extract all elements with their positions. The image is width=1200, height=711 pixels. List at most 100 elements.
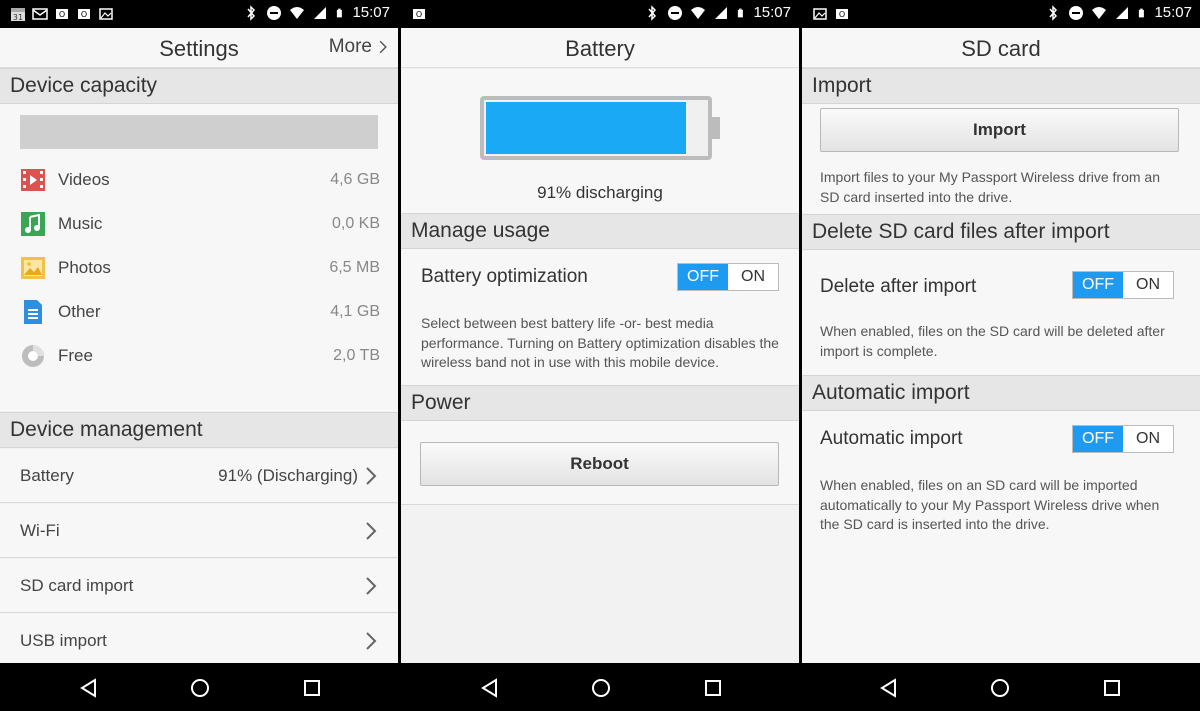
- status-bar: O 15:07: [802, 0, 1200, 28]
- outlook-icon: O: [413, 9, 425, 19]
- sidebar-item-sd-card-import[interactable]: SD card import: [0, 559, 398, 613]
- signal-icon: [314, 6, 327, 19]
- page-title: Battery: [565, 36, 635, 61]
- power-header: Power: [401, 385, 799, 421]
- nav-bar: [401, 663, 799, 711]
- capacity-bar: [20, 115, 378, 149]
- app-bar: Settings More: [0, 28, 398, 68]
- bluetooth-icon: [648, 4, 657, 21]
- photos-icon: [21, 257, 45, 279]
- recents-icon[interactable]: [1101, 677, 1123, 699]
- more-button[interactable]: More: [329, 36, 388, 58]
- automatic-import-toggle[interactable]: OFF ON: [1072, 425, 1174, 453]
- battery-panel: 91% discharging: [401, 69, 799, 213]
- battery-status-icon: [1139, 8, 1145, 17]
- management-label: Battery: [20, 465, 74, 485]
- sidebar-item-wifi[interactable]: Wi-Fi: [0, 504, 398, 558]
- chevron-right-icon: [366, 632, 377, 650]
- home-icon[interactable]: [989, 677, 1011, 699]
- wifi-icon: [691, 6, 706, 19]
- toggle-on[interactable]: ON: [1123, 426, 1173, 452]
- mail-icon: [32, 8, 48, 20]
- capacity-label: Photos: [58, 258, 111, 277]
- battery-status-text: 91% discharging: [537, 183, 663, 202]
- sidebar-item-battery[interactable]: Battery 91% (Discharging): [0, 449, 398, 503]
- outlook-icon: O: [56, 9, 68, 19]
- capacity-value: 2,0 TB: [333, 347, 380, 364]
- do-not-disturb-icon: [267, 5, 282, 20]
- app-bar: Battery: [401, 28, 799, 68]
- manage-usage-panel: Battery optimization OFF ON Select betwe…: [401, 249, 799, 385]
- back-icon[interactable]: [78, 677, 100, 699]
- battery-status-icon: [738, 8, 744, 17]
- battery-terminal: [712, 117, 720, 139]
- phone-settings: 31 O O 15:07 Settings More Device capaci…: [0, 0, 398, 711]
- delete-panel: Delete after import OFF ON When enabled,…: [802, 250, 1200, 375]
- app-bar: SD card: [802, 28, 1200, 68]
- music-icon: [21, 212, 45, 236]
- recents-icon[interactable]: [702, 677, 724, 699]
- capacity-value: 6,5 MB: [329, 259, 380, 276]
- toggle-off[interactable]: OFF: [1073, 272, 1123, 298]
- chevron-right-icon: [366, 521, 377, 540]
- automatic-import-label: Automatic import: [820, 428, 963, 449]
- screens: 31 O O 15:07 Settings More Device capaci…: [0, 0, 1200, 711]
- device-capacity-header: Device capacity: [0, 68, 398, 104]
- capacity-value: 4,1 GB: [330, 303, 380, 320]
- capacity-label: Other: [58, 302, 101, 321]
- outlook-icon: O: [78, 9, 90, 19]
- manage-usage-header: Manage usage: [401, 213, 799, 249]
- management-label: USB import: [20, 631, 107, 650]
- phone-battery: O 15:07 Battery 91% discharging Manage u…: [401, 0, 799, 711]
- home-icon[interactable]: [590, 677, 612, 699]
- nav-bar: [0, 663, 398, 711]
- more-label: More: [328, 36, 372, 57]
- toggle-on[interactable]: ON: [1123, 272, 1173, 298]
- toggle-off[interactable]: OFF: [1073, 426, 1123, 452]
- free-pie-icon: [22, 345, 44, 367]
- management-label: SD card import: [20, 575, 134, 595]
- settings-screen: Settings More Device capacity Videos 4,6…: [0, 28, 398, 663]
- capacity-value: 4,6 GB: [330, 171, 380, 188]
- back-icon[interactable]: [878, 677, 900, 699]
- import-header: Import: [802, 68, 1200, 104]
- toggle-on[interactable]: ON: [728, 264, 778, 290]
- battery-screen: Battery 91% discharging Manage usage Bat…: [401, 28, 799, 663]
- reboot-button[interactable]: Reboot: [420, 442, 779, 486]
- status-bar: 31 O O 15:07: [0, 0, 398, 28]
- page-title: SD card: [961, 36, 1041, 61]
- delete-description: When enabled, files on the SD card will …: [820, 323, 1165, 359]
- capacity-row-other: Other 4,1 GB: [20, 294, 380, 330]
- chevron-right-icon: [366, 466, 377, 485]
- toggle-off[interactable]: OFF: [678, 264, 728, 290]
- status-time: 15:07: [753, 4, 791, 21]
- image-icon: [99, 8, 113, 20]
- import-panel: Import Import files to your My Passport …: [802, 104, 1200, 214]
- nav-bar: [802, 663, 1200, 711]
- calendar-icon: 31: [11, 8, 25, 22]
- signal-icon: [715, 6, 728, 19]
- chevron-right-icon: [379, 40, 387, 54]
- battery-status-icon: [337, 8, 343, 17]
- battery-level-fill: [486, 102, 686, 154]
- sd-card-screen: SD card Import Import Import files to yo…: [802, 28, 1200, 663]
- chevron-right-icon: [366, 576, 377, 595]
- management-value: 91% (Discharging): [218, 465, 358, 485]
- sidebar-item-usb-import[interactable]: USB import: [0, 614, 398, 663]
- delete-after-import-label: Delete after import: [820, 276, 977, 297]
- phone-sd-card: O 15:07 SD card Import Import Import fil…: [802, 0, 1200, 711]
- capacity-row-photos: Photos 6,5 MB: [20, 250, 380, 286]
- svg-text:O: O: [59, 10, 65, 19]
- battery-optimization-toggle[interactable]: OFF ON: [677, 263, 779, 291]
- import-button[interactable]: Import: [820, 108, 1179, 152]
- back-icon[interactable]: [479, 677, 501, 699]
- import-description: Import files to your My Passport Wireles…: [820, 169, 1160, 205]
- capacity-row-music: Music 0,0 KB: [20, 206, 380, 242]
- bluetooth-icon: [247, 4, 256, 21]
- capacity-panel: Videos 4,6 GB Music 0,0 KB Photos 6,5 MB…: [0, 104, 398, 411]
- capacity-label: Free: [58, 346, 93, 365]
- signal-icon: [1116, 6, 1129, 19]
- home-icon[interactable]: [189, 677, 211, 699]
- delete-after-import-toggle[interactable]: OFF ON: [1072, 271, 1174, 299]
- recents-icon[interactable]: [301, 677, 323, 699]
